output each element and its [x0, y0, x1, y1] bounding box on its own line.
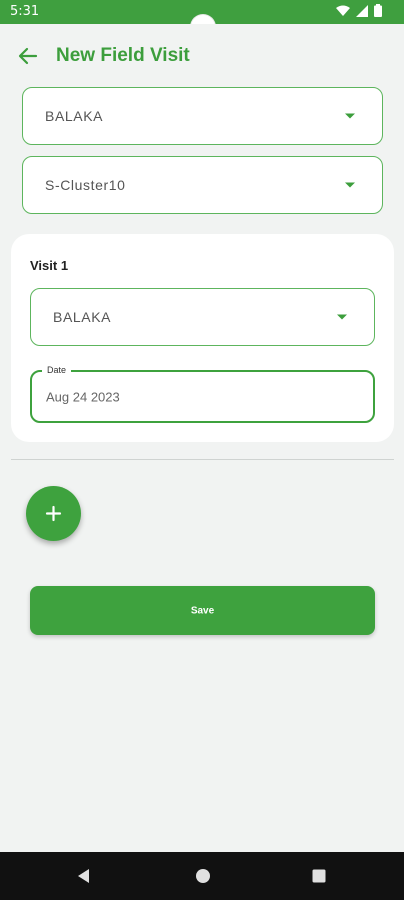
visit-location-dropdown[interactable]: BALAKA	[30, 288, 375, 346]
district-dropdown-value: BALAKA	[45, 108, 104, 124]
date-field-value: Aug 24 2023	[46, 389, 120, 404]
system-nav-bar	[0, 852, 404, 900]
nav-home-button[interactable]	[195, 868, 211, 884]
wifi-icon	[336, 5, 350, 16]
visit-card: Visit 1 BALAKA Date Aug 24 2023	[11, 234, 394, 442]
battery-icon	[374, 4, 382, 17]
visit-location-value: BALAKA	[53, 309, 112, 325]
page-title: New Field Visit	[56, 45, 190, 66]
status-time: 5:31	[10, 4, 40, 19]
square-recents-icon	[312, 869, 326, 883]
cluster-dropdown-value: S-Cluster10	[45, 177, 126, 193]
caret-down-icon	[337, 314, 347, 320]
caret-down-icon	[345, 113, 355, 119]
caret-down-icon	[345, 182, 355, 188]
nav-back-button[interactable]	[76, 868, 92, 884]
date-field-label: Date	[42, 365, 72, 375]
triangle-back-icon	[78, 869, 89, 883]
cluster-dropdown[interactable]: S-Cluster10	[22, 156, 383, 214]
nav-recents-button[interactable]	[311, 868, 327, 884]
signal-icon	[356, 4, 368, 17]
status-icons	[336, 4, 382, 17]
arrow-left-icon	[18, 47, 38, 65]
district-dropdown[interactable]: BALAKA	[22, 87, 383, 145]
save-button[interactable]: Save	[30, 586, 375, 635]
add-visit-button[interactable]	[26, 486, 81, 541]
visit-title: Visit 1	[30, 258, 69, 273]
back-button[interactable]	[16, 44, 40, 68]
plus-icon	[45, 505, 62, 522]
save-button-label: Save	[190, 605, 215, 616]
app-bar: New Field Visit	[0, 24, 404, 88]
circle-home-icon	[196, 869, 210, 883]
divider	[11, 459, 394, 460]
date-field[interactable]: Date Aug 24 2023	[30, 365, 375, 423]
